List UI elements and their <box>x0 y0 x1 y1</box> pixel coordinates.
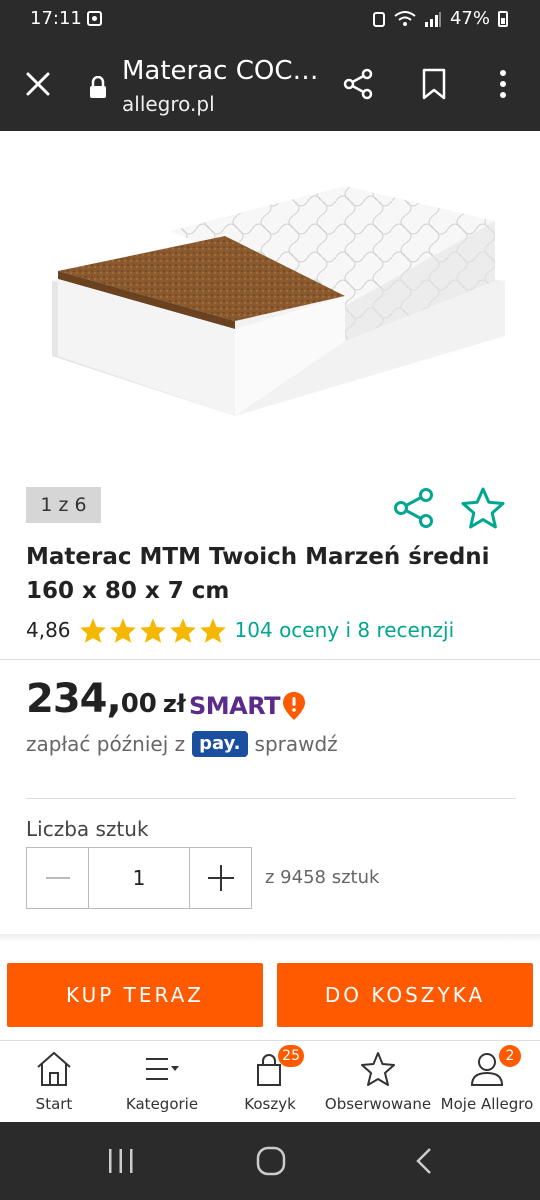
image-counter: 1 z 6 <box>26 487 101 523</box>
minus-icon <box>45 877 70 879</box>
cart-badge: 25 <box>278 1045 304 1067</box>
share-icon[interactable] <box>340 66 376 102</box>
notification-icon <box>87 11 102 26</box>
quantity-label: Liczba sztuk <box>26 817 149 841</box>
quantity-available: z 9458 sztuk <box>265 867 380 888</box>
nav-label: Moje Allegro <box>440 1095 534 1113</box>
system-navigation-bar <box>0 1122 540 1200</box>
mattress-image <box>52 186 505 416</box>
close-icon[interactable] <box>22 68 54 100</box>
bottom-navigation: Start Kategorie 25 Koszyk Obserwowane 2 … <box>0 1040 540 1122</box>
reviews-link[interactable]: 104 oceny i 8 recenzji <box>235 618 455 642</box>
rating-value: 4,86 <box>26 618 71 642</box>
cart-icon: 25 <box>250 1045 304 1089</box>
pay-later-prefix: zapłać później z <box>26 732 186 756</box>
more-options-icon[interactable] <box>490 66 516 102</box>
rating-row: 4,86 104 oceny i 8 recenzji <box>26 614 454 646</box>
nav-item-cart[interactable]: 25 Koszyk <box>230 1041 310 1123</box>
star-outline-icon <box>358 1049 398 1089</box>
star-filled-icon <box>109 617 136 643</box>
quantity-decrease-button[interactable] <box>27 848 89 908</box>
divider <box>26 798 516 799</box>
plus-icon <box>207 865 234 891</box>
nav-item-watched[interactable]: Obserwowane <box>322 1041 434 1123</box>
battery-percent: 47% <box>449 8 490 29</box>
back-icon[interactable] <box>412 1146 436 1176</box>
star-filled-icon <box>169 617 196 643</box>
divider <box>0 934 540 942</box>
pay-later-check-link[interactable]: sprawdź <box>255 732 338 756</box>
price-main: 234, <box>26 676 122 722</box>
status-bar: 17:11 47% <box>0 0 540 38</box>
lock-icon <box>90 76 106 98</box>
battery-icon <box>498 10 508 27</box>
rating-stars <box>79 617 227 644</box>
recycle-icon <box>372 11 385 27</box>
star-filled-icon <box>79 617 106 643</box>
price-currency: zł <box>162 690 186 718</box>
quantity-stepper: 1 <box>26 847 252 909</box>
product-title: Materac MTM Twoich Marzeń średni 160 x 8… <box>26 544 490 604</box>
page-url[interactable]: allegro.pl <box>122 92 215 116</box>
product-image[interactable] <box>0 131 540 471</box>
nav-label: Koszyk <box>244 1095 296 1113</box>
status-time: 17:11 <box>30 8 82 29</box>
smart-pin-icon <box>283 692 306 720</box>
home-icon <box>34 1049 74 1089</box>
status-right-icons: 47% <box>372 8 508 29</box>
nav-label: Obserwowane <box>324 1095 432 1113</box>
menu-icon <box>142 1049 182 1089</box>
pay-later-row: zapłać później z pay. sprawdź <box>26 731 338 757</box>
nav-item-categories[interactable]: Kategorie <box>117 1041 207 1123</box>
quantity-increase-button[interactable] <box>189 848 251 908</box>
user-icon: 2 <box>467 1045 521 1089</box>
browser-toolbar: Materac COC… allegro.pl <box>0 38 540 131</box>
add-to-cart-button[interactable]: DO KOSZYKA <box>277 963 533 1027</box>
nav-item-my-allegro[interactable]: 2 Moje Allegro <box>436 1041 538 1123</box>
price: 234, 00 zł <box>26 676 186 722</box>
buy-now-button[interactable]: KUP TERAZ <box>7 963 263 1027</box>
smart-label: SMART <box>189 692 281 720</box>
star-filled-icon <box>199 617 226 643</box>
watch-star-icon[interactable] <box>460 486 506 530</box>
page-title[interactable]: Materac COC… <box>122 56 322 86</box>
nav-item-start[interactable]: Start <box>14 1041 94 1123</box>
recent-apps-icon[interactable] <box>106 1147 136 1175</box>
smart-logo[interactable]: SMART <box>189 691 306 721</box>
quantity-input[interactable]: 1 <box>89 848 189 908</box>
divider <box>0 659 540 660</box>
share-icon[interactable] <box>392 487 436 529</box>
price-decimal: 00 <box>120 689 157 719</box>
pay-badge: pay. <box>192 731 248 757</box>
signal-icon <box>424 11 441 27</box>
home-button-icon[interactable] <box>256 1146 286 1176</box>
wifi-icon <box>394 10 416 26</box>
nav-label: Start <box>35 1095 73 1113</box>
star-filled-icon <box>139 617 166 643</box>
nav-label: Kategorie <box>125 1095 199 1113</box>
bookmark-icon[interactable] <box>418 66 450 102</box>
my-allegro-badge: 2 <box>499 1045 521 1067</box>
